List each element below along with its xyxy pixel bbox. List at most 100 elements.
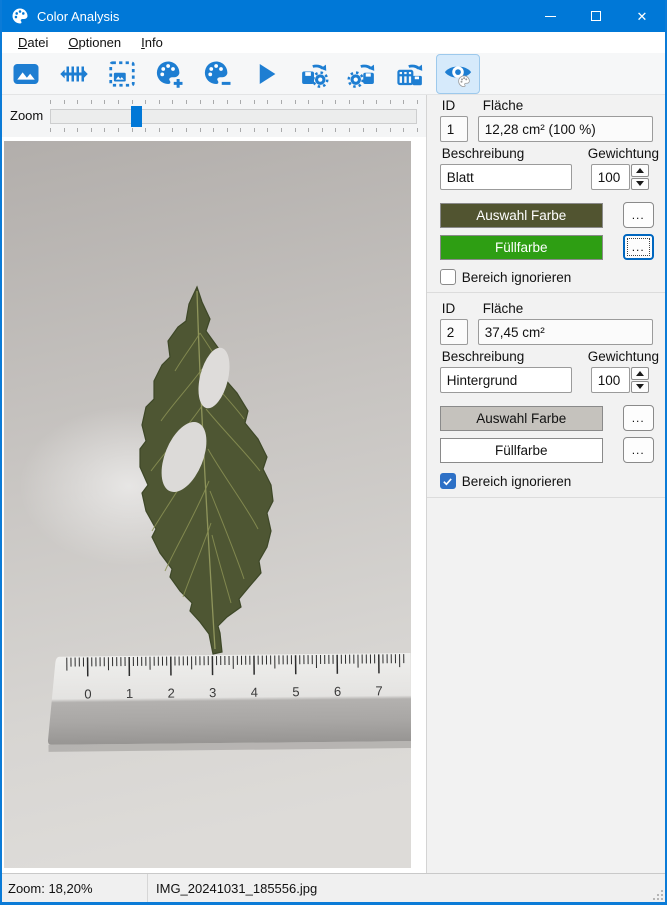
ignore-region-checkbox[interactable] <box>440 269 456 285</box>
weight-label: Gewichtung <box>588 146 659 161</box>
preview-colors-button[interactable] <box>436 54 480 94</box>
ruler: 0 1 2 3 4 5 6 7 <box>47 653 411 752</box>
fill-color-button[interactable]: Füllfarbe <box>440 438 603 463</box>
description-field[interactable]: Blatt <box>440 164 572 190</box>
check-icon <box>442 476 453 487</box>
region-panel: ID Fläche 1 12,28 cm² (100 %) Beschreibu… <box>426 95 665 873</box>
toolbar <box>2 53 665 95</box>
statusbar-zoom: Zoom: 18,20% <box>2 874 148 902</box>
titlebar: Color Analysis ✕ <box>2 0 665 32</box>
spinner-up-button[interactable] <box>631 164 649 177</box>
zoom-slider[interactable] <box>50 109 417 124</box>
maximize-icon <box>591 11 601 21</box>
description-field[interactable]: Hintergrund <box>440 367 572 393</box>
arrow-down-icon <box>636 384 644 389</box>
selection-color-more-button[interactable]: ... <box>623 202 654 228</box>
save-settings-icon <box>299 59 329 89</box>
svg-text:0: 0 <box>84 686 91 701</box>
arrow-up-icon <box>636 371 644 376</box>
fill-color-button[interactable]: Füllfarbe <box>440 235 603 260</box>
add-color-button[interactable] <box>148 54 192 94</box>
weight-field[interactable]: 100 <box>591 164 630 190</box>
weight-spinner <box>631 367 649 393</box>
svg-text:7: 7 <box>375 683 382 698</box>
svg-text:4: 4 <box>251 685 258 700</box>
zoom-control-row: Zoom <box>2 95 426 137</box>
spinner-down-button[interactable] <box>631 381 649 394</box>
measure-button[interactable] <box>52 54 96 94</box>
app-window: Color Analysis ✕ Datei Optionen Info <box>0 0 667 905</box>
resize-grip-icon[interactable] <box>653 890 663 900</box>
menu-datei[interactable]: Datei <box>9 33 57 52</box>
spinner-down-button[interactable] <box>631 178 649 191</box>
image-canvas[interactable]: 0 1 2 3 4 5 6 7 <box>2 137 426 873</box>
measure-icon <box>59 59 89 89</box>
add-color-icon <box>155 59 185 89</box>
open-image-icon <box>11 59 41 89</box>
minimize-icon <box>545 16 556 17</box>
description-label: Beschreibung <box>442 146 525 161</box>
statusbar: Zoom: 18,20% IMG_20241031_185556.jpg <box>2 873 665 902</box>
ignore-region-label: Bereich ignorieren <box>462 270 572 285</box>
load-settings-button[interactable] <box>340 54 384 94</box>
window-title: Color Analysis <box>37 9 119 24</box>
photo-svg: 0 1 2 3 4 5 6 7 <box>4 141 411 868</box>
arrow-up-icon <box>636 168 644 173</box>
statusbar-filename: IMG_20241031_185556.jpg <box>148 874 665 902</box>
weight-field[interactable]: 100 <box>591 367 630 393</box>
load-settings-icon <box>347 59 377 89</box>
svg-text:5: 5 <box>292 684 299 699</box>
region-group-1: ID Fläche 1 12,28 cm² (100 %) Beschreibu… <box>427 95 665 293</box>
run-analysis-button[interactable] <box>244 54 288 94</box>
area-field: 37,45 cm² <box>478 319 653 345</box>
id-field[interactable]: 2 <box>440 319 468 345</box>
selection-color-button[interactable]: Auswahl Farbe <box>440 406 603 431</box>
svg-text:2: 2 <box>167 686 174 701</box>
close-button[interactable]: ✕ <box>619 0 665 32</box>
export-table-icon <box>395 59 425 89</box>
arrow-down-icon <box>636 181 644 186</box>
run-analysis-icon <box>251 59 281 89</box>
ignore-region-row[interactable]: Bereich ignorieren <box>440 269 572 285</box>
area-label: Fläche <box>483 301 524 316</box>
area-field: 12,28 cm² (100 %) <box>478 116 653 142</box>
weight-spinner <box>631 164 649 190</box>
id-label: ID <box>442 98 456 113</box>
id-field[interactable]: 1 <box>440 116 468 142</box>
export-table-button[interactable] <box>388 54 432 94</box>
zoom-slider-thumb[interactable] <box>131 106 142 127</box>
close-icon: ✕ <box>637 10 648 23</box>
area-label: Fläche <box>483 98 524 113</box>
zoom-label: Zoom <box>10 108 43 123</box>
description-label: Beschreibung <box>442 349 525 364</box>
select-region-button[interactable] <box>100 54 144 94</box>
region-group-2: ID Fläche 2 37,45 cm² Beschreibung Gewic… <box>427 293 665 498</box>
preview-colors-icon <box>443 59 473 89</box>
ignore-region-checkbox[interactable] <box>440 473 456 489</box>
id-label: ID <box>442 301 456 316</box>
minimize-button[interactable] <box>527 0 573 32</box>
save-settings-button[interactable] <box>292 54 336 94</box>
svg-text:6: 6 <box>334 684 341 699</box>
maximize-button[interactable] <box>573 0 619 32</box>
weight-label: Gewichtung <box>588 349 659 364</box>
selection-color-more-button[interactable]: ... <box>623 405 654 431</box>
svg-text:3: 3 <box>209 685 216 700</box>
menubar: Datei Optionen Info <box>2 32 665 53</box>
ignore-region-row[interactable]: Bereich ignorieren <box>440 473 572 489</box>
select-region-icon <box>107 59 137 89</box>
remove-color-icon <box>203 59 233 89</box>
svg-text:1: 1 <box>126 686 133 701</box>
remove-color-button[interactable] <box>196 54 240 94</box>
open-image-button[interactable] <box>4 54 48 94</box>
slider-ticks-top <box>50 100 417 104</box>
menu-optionen[interactable]: Optionen <box>59 33 130 52</box>
spinner-up-button[interactable] <box>631 367 649 380</box>
fill-color-more-button[interactable]: ... <box>623 234 654 260</box>
ignore-region-label: Bereich ignorieren <box>462 474 572 489</box>
selection-color-button[interactable]: Auswahl Farbe <box>440 203 603 228</box>
slider-ticks-bottom <box>50 128 417 132</box>
menu-info[interactable]: Info <box>132 33 172 52</box>
palette-icon <box>11 7 29 25</box>
fill-color-more-button[interactable]: ... <box>623 437 654 463</box>
